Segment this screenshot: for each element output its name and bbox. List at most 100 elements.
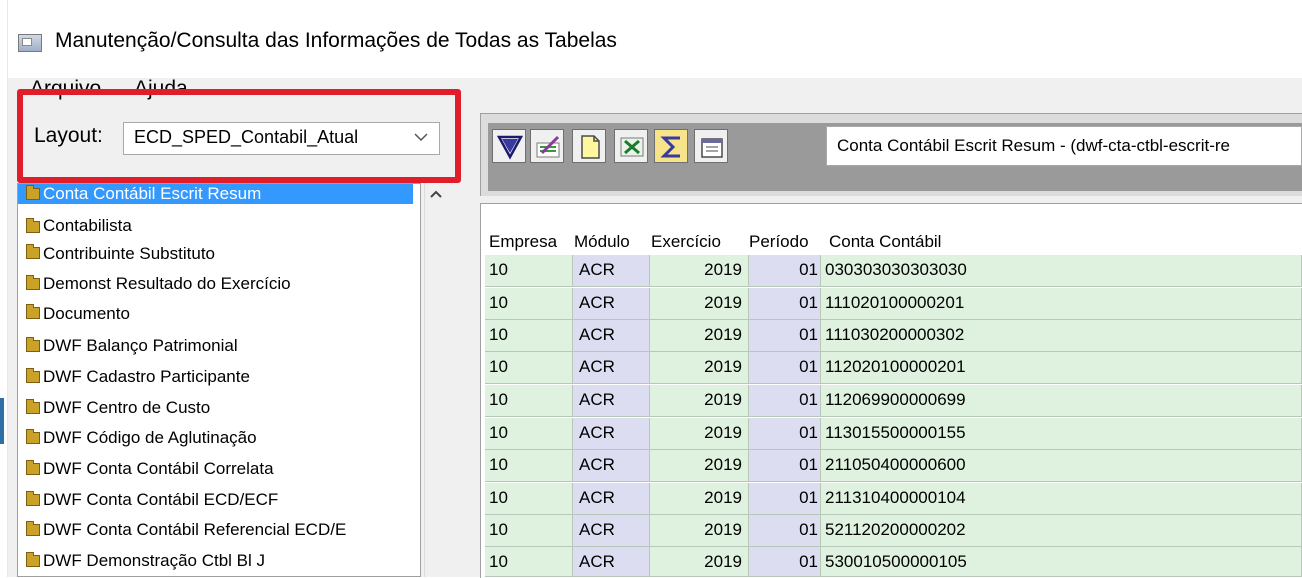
- tree-item-dwf-balanco-patrimonial[interactable]: DWF Balanço Patrimonial: [18, 330, 413, 360]
- folder-icon: [26, 275, 40, 290]
- table-row[interactable]: 10 ACR 2019 01 211310400000104: [485, 483, 1302, 516]
- column-header-empresa[interactable]: Empresa: [489, 229, 557, 255]
- cell-empresa[interactable]: 10: [485, 418, 573, 450]
- cell-exercicio[interactable]: 2019: [650, 385, 749, 417]
- cell-periodo[interactable]: 01: [749, 352, 821, 384]
- table-row[interactable]: 10 ACR 2019 01 211050400000600: [485, 450, 1302, 483]
- cell-modulo[interactable]: ACR: [573, 288, 650, 320]
- folder-icon: [26, 399, 40, 414]
- cell-exercicio[interactable]: 2019: [650, 320, 749, 352]
- cell-conta-contabil[interactable]: 111030200000302: [821, 320, 1302, 352]
- table-row[interactable]: 10 ACR 2019 01 112020100000201: [485, 352, 1302, 385]
- cell-periodo[interactable]: 01: [749, 385, 821, 417]
- cell-empresa[interactable]: 10: [485, 483, 573, 515]
- folder-icon: [26, 368, 40, 383]
- sum-button[interactable]: [654, 129, 688, 163]
- table-row[interactable]: 10 ACR 2019 01 521120200000202: [485, 515, 1302, 548]
- cell-empresa[interactable]: 10: [485, 255, 573, 287]
- folder-icon: [26, 521, 40, 536]
- cell-empresa[interactable]: 10: [485, 320, 573, 352]
- column-header-conta-contabil[interactable]: Conta Contábil: [829, 229, 941, 255]
- cell-periodo[interactable]: 01: [749, 255, 821, 287]
- cell-periodo[interactable]: 01: [749, 320, 821, 352]
- cell-empresa[interactable]: 10: [485, 450, 573, 482]
- cell-periodo[interactable]: 01: [749, 483, 821, 515]
- cell-conta-contabil[interactable]: 030303030303030: [821, 255, 1302, 287]
- cell-exercicio[interactable]: 2019: [650, 418, 749, 450]
- tree-item-conta-contabil-escrit-resum[interactable]: Conta Contábil Escrit Resum: [18, 184, 413, 204]
- cell-empresa[interactable]: 10: [485, 547, 573, 577]
- cell-exercicio[interactable]: 2019: [650, 547, 749, 577]
- cell-modulo[interactable]: ACR: [573, 547, 650, 577]
- table-row[interactable]: 10 ACR 2019 01 112069900000699: [485, 385, 1302, 418]
- cell-empresa[interactable]: 10: [485, 288, 573, 320]
- column-header-exercicio[interactable]: Exercício: [651, 229, 721, 255]
- cell-conta-contabil[interactable]: 530010500000105: [821, 547, 1302, 577]
- cell-conta-contabil[interactable]: 521120200000202: [821, 515, 1302, 547]
- folder-icon: [26, 218, 40, 233]
- properties-button[interactable]: [694, 129, 728, 163]
- cell-conta-contabil[interactable]: 211050400000600: [821, 450, 1302, 482]
- table-row[interactable]: 10 ACR 2019 01 111020100000201: [485, 288, 1302, 321]
- cell-modulo[interactable]: ACR: [573, 255, 650, 287]
- cell-exercicio[interactable]: 2019: [650, 450, 749, 482]
- cell-modulo[interactable]: ACR: [573, 418, 650, 450]
- tree-item-dwf-demonstracao-ctbl-bl-j[interactable]: DWF Demonstração Ctbl Bl J: [18, 545, 413, 575]
- cell-empresa[interactable]: 10: [485, 385, 573, 417]
- table-row[interactable]: 10 ACR 2019 01 030303030303030: [485, 255, 1302, 288]
- tree-item-dwf-conta-contabil-correlata[interactable]: DWF Conta Contábil Correlata: [18, 453, 413, 483]
- cell-conta-contabil[interactable]: 112069900000699: [821, 385, 1302, 417]
- scroll-up-arrow-icon[interactable]: [424, 183, 448, 205]
- folder-icon: [26, 304, 40, 319]
- table-row[interactable]: 10 ACR 2019 01 113015500000155: [485, 418, 1302, 451]
- tree-item-contribuinte-substituto[interactable]: Contribuinte Substituto: [18, 240, 413, 270]
- tree-item-dwf-cadastro-participante[interactable]: DWF Cadastro Participante: [18, 361, 413, 391]
- cell-periodo[interactable]: 01: [749, 515, 821, 547]
- cell-periodo[interactable]: 01: [749, 547, 821, 577]
- window-edge-accent: [0, 398, 4, 444]
- cell-exercicio[interactable]: 2019: [650, 288, 749, 320]
- table-row[interactable]: 10 ACR 2019 01 530010500000105: [485, 547, 1302, 577]
- table-tree-list[interactable]: Conta Contábil Escrit Resum Contabilista…: [17, 183, 421, 577]
- new-button[interactable]: [572, 129, 606, 163]
- column-header-modulo[interactable]: Módulo: [574, 229, 630, 255]
- tree-item-dwf-conta-contabil-ecd-ecf[interactable]: DWF Conta Contábil ECD/ECF: [18, 484, 413, 514]
- cell-conta-contabil[interactable]: 112020100000201: [821, 352, 1302, 384]
- cell-modulo[interactable]: ACR: [573, 385, 650, 417]
- cell-conta-contabil[interactable]: 211310400000104: [821, 483, 1302, 515]
- cell-exercicio[interactable]: 2019: [650, 515, 749, 547]
- filter-funnel-icon: [496, 135, 524, 160]
- cell-modulo[interactable]: ACR: [573, 352, 650, 384]
- cell-periodo[interactable]: 01: [749, 418, 821, 450]
- excel-export-button[interactable]: [614, 129, 648, 163]
- column-header-periodo[interactable]: Período: [749, 229, 809, 255]
- cell-empresa[interactable]: 10: [485, 352, 573, 384]
- new-document-icon: [581, 135, 600, 159]
- edit-record-icon: [536, 135, 560, 158]
- cell-conta-contabil[interactable]: 111020100000201: [821, 288, 1302, 320]
- cell-modulo[interactable]: ACR: [573, 515, 650, 547]
- tree-item-dwf-centro-de-custo[interactable]: DWF Centro de Custo: [18, 392, 413, 422]
- filter-button[interactable]: [492, 129, 526, 163]
- tree-item-documento[interactable]: Documento: [18, 300, 413, 330]
- cell-periodo[interactable]: 01: [749, 288, 821, 320]
- cell-modulo[interactable]: ACR: [573, 450, 650, 482]
- cell-exercicio[interactable]: 2019: [650, 483, 749, 515]
- tree-scrollbar[interactable]: [424, 183, 449, 577]
- highlight-annotation-box: [17, 89, 461, 183]
- edit-button[interactable]: [530, 129, 564, 163]
- cell-periodo[interactable]: 01: [749, 450, 821, 482]
- tree-item-dwf-conta-contabil-referencial[interactable]: DWF Conta Contábil Referencial ECD/E: [18, 514, 413, 544]
- cell-modulo[interactable]: ACR: [573, 320, 650, 352]
- cell-exercicio[interactable]: 2019: [650, 255, 749, 287]
- tree-item-demonst-resultado[interactable]: Demonst Resultado do Exercício: [18, 268, 413, 298]
- folder-icon: [26, 337, 40, 352]
- folder-icon: [26, 460, 40, 475]
- cell-empresa[interactable]: 10: [485, 515, 573, 547]
- table-info-text: Conta Contábil Escrit Resum - (dwf-cta-c…: [837, 136, 1230, 155]
- cell-conta-contabil[interactable]: 113015500000155: [821, 418, 1302, 450]
- cell-modulo[interactable]: ACR: [573, 483, 650, 515]
- tree-item-dwf-codigo-de-aglutinacao[interactable]: DWF Código de Aglutinação: [18, 422, 413, 452]
- cell-exercicio[interactable]: 2019: [650, 352, 749, 384]
- table-row[interactable]: 10 ACR 2019 01 111030200000302: [485, 320, 1302, 353]
